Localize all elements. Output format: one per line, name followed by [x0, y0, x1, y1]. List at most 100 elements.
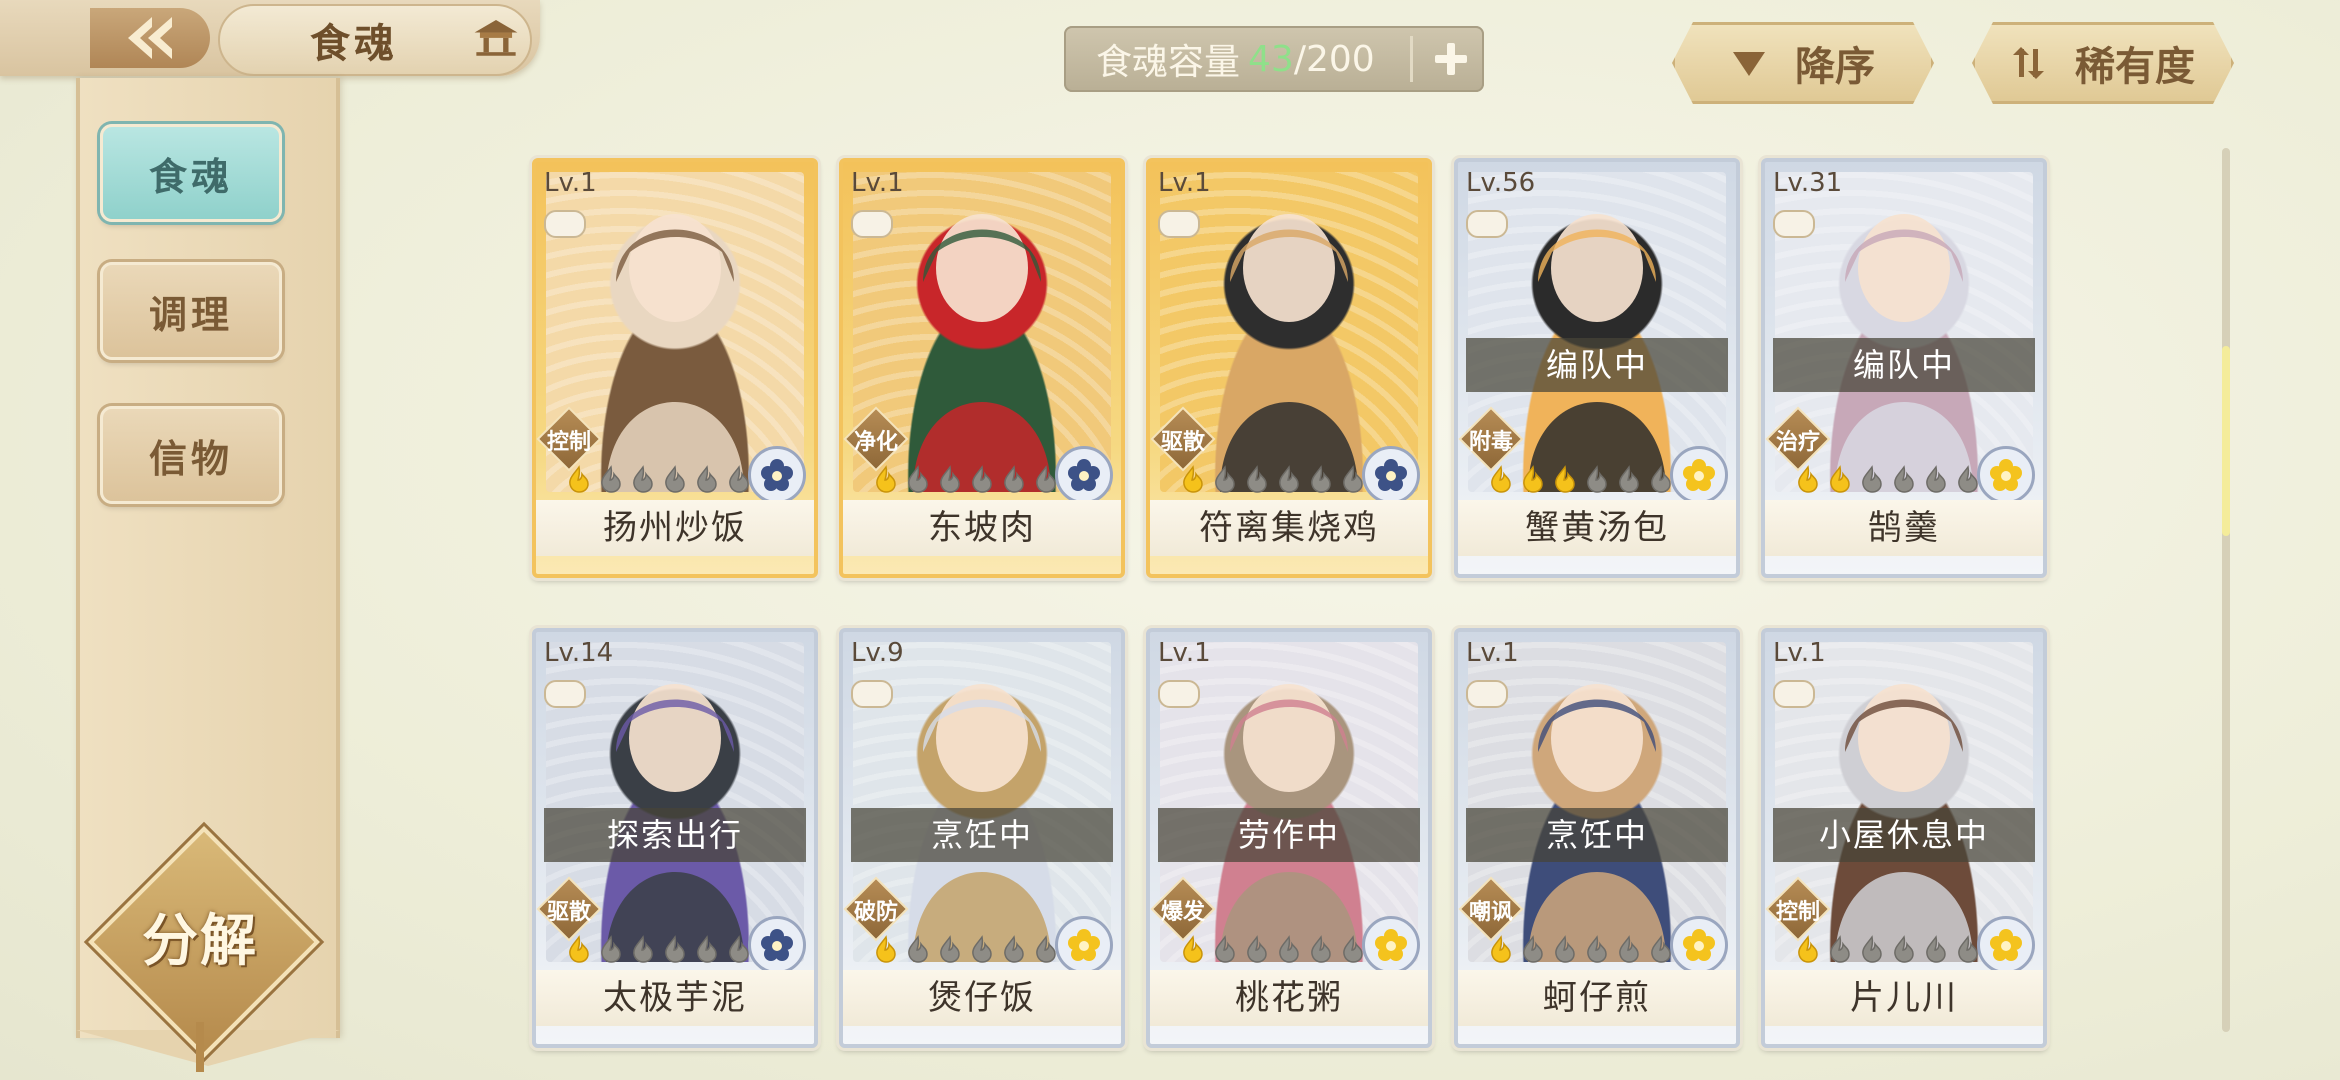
role-badge: 嘲讽	[1458, 876, 1524, 942]
back-arrow-icon	[128, 17, 172, 59]
flame-star-empty-icon	[697, 935, 717, 963]
foodsoul-card[interactable]: Lv.1 烹饪中 嘲讽 蚵仔煎	[1454, 628, 1740, 1048]
role-badge: 控制	[1765, 876, 1831, 942]
status-banner: 编队中	[1466, 338, 1728, 392]
sidebar-item-token[interactable]: 信物	[100, 406, 282, 504]
foodsoul-card[interactable]: Lv.1 劳作中 爆发 桃花粥	[1146, 628, 1432, 1048]
role-badge: 净化	[843, 406, 909, 472]
foodsoul-card[interactable]: Lv.56 编队中 附毒 蟹黄汤包	[1454, 158, 1740, 578]
flame-star-empty-icon	[1894, 465, 1914, 493]
flame-star-empty-icon	[1555, 935, 1575, 963]
capacity-separator: /	[1293, 38, 1306, 80]
role-badge: 驱散	[536, 876, 602, 942]
flame-star-empty-icon	[1004, 465, 1024, 493]
sort-order-button[interactable]: 降序	[1672, 22, 1934, 104]
flame-star-empty-icon	[1587, 465, 1607, 493]
star-rating	[871, 464, 1061, 494]
flame-star-empty-icon	[1247, 465, 1267, 493]
flower-emblem-icon	[1670, 446, 1728, 504]
sort-order-label: 降序	[1795, 44, 1875, 90]
role-label: 破防	[853, 900, 898, 925]
level-label: Lv.9	[851, 638, 904, 668]
foodsoul-card[interactable]: Lv.1 驱散 符离集烧鸡	[1146, 158, 1432, 578]
flame-star-empty-icon	[665, 465, 685, 493]
level-label: Lv.56	[1466, 168, 1536, 198]
flame-star-empty-icon	[697, 465, 717, 493]
flame-star-empty-icon	[1619, 465, 1639, 493]
flame-star-filled-icon	[1491, 465, 1511, 493]
sidebar-item-label: 信物	[148, 436, 233, 481]
flame-star-empty-icon	[1311, 935, 1331, 963]
bowl-icon	[1158, 680, 1200, 708]
role-badge: 爆发	[1150, 876, 1216, 942]
star-rating	[1178, 464, 1368, 494]
bowl-icon	[851, 680, 893, 708]
decompose-label[interactable]: 分解	[110, 896, 290, 976]
flame-star-empty-icon	[940, 935, 960, 963]
sort-arrows-icon	[2013, 47, 2044, 79]
character-name: 煲仔饭	[843, 970, 1121, 1026]
star-rating	[1486, 464, 1676, 494]
character-name: 东坡肉	[843, 500, 1121, 556]
flame-star-filled-icon	[1491, 935, 1511, 963]
scrollbar-thumb[interactable]	[2222, 346, 2230, 536]
role-label: 爆发	[1160, 900, 1205, 925]
sort-rarity-label: 稀有度	[2075, 44, 2195, 90]
foodsoul-card[interactable]: Lv.1 净化 东坡肉	[839, 158, 1125, 578]
flower-emblem-icon	[1362, 916, 1420, 974]
foodsoul-card[interactable]: Lv.14 探索出行 驱散 太极芋泥	[532, 628, 818, 1048]
flame-star-empty-icon	[665, 935, 685, 963]
flame-star-empty-icon	[908, 465, 928, 493]
flower-emblem-icon	[748, 446, 806, 504]
flame-star-empty-icon	[1279, 465, 1299, 493]
sort-rarity-button[interactable]: 稀有度	[1972, 22, 2234, 104]
status-banner: 探索出行	[544, 808, 806, 862]
flame-star-filled-icon	[876, 935, 896, 963]
level-label: Lv.1	[1158, 168, 1211, 198]
expand-capacity-button[interactable]	[1424, 32, 1478, 86]
triangle-down-icon	[1733, 52, 1765, 76]
flame-star-filled-icon	[569, 935, 589, 963]
role-label: 治疗	[1775, 430, 1820, 455]
flame-star-filled-icon	[1798, 935, 1818, 963]
level-label: Lv.1	[851, 168, 904, 198]
foodsoul-card[interactable]: Lv.9 烹饪中 破防 煲仔饭	[839, 628, 1125, 1048]
scrollbar-track[interactable]	[2222, 148, 2230, 1032]
pavilion-icon[interactable]	[468, 14, 524, 60]
role-badge: 附毒	[1458, 406, 1524, 472]
foodsoul-card[interactable]: Lv.1 控制 扬州炒饭	[532, 158, 818, 578]
character-name: 片儿川	[1765, 970, 2043, 1026]
flame-star-empty-icon	[1830, 935, 1850, 963]
level-label: Lv.1	[544, 168, 597, 198]
sidebar-item-conditioning[interactable]: 调理	[100, 262, 282, 360]
back-button[interactable]	[90, 8, 210, 68]
sidebar-item-foodsoul[interactable]: 食魂	[100, 124, 282, 222]
flame-star-empty-icon	[972, 465, 992, 493]
capacity-current: 43	[1248, 38, 1294, 80]
flame-star-empty-icon	[633, 465, 653, 493]
role-badge: 控制	[536, 406, 602, 472]
flame-star-filled-icon	[569, 465, 589, 493]
star-rating	[1486, 934, 1676, 964]
role-label: 驱散	[1160, 430, 1205, 455]
page-title: 食魂	[310, 21, 398, 67]
flame-star-empty-icon	[1311, 465, 1331, 493]
flame-star-filled-icon	[1183, 935, 1203, 963]
bowl-icon	[1773, 680, 1815, 708]
flame-star-empty-icon	[1862, 935, 1882, 963]
foodsoul-card[interactable]: Lv.1 小屋休息中 控制 片儿川	[1761, 628, 2047, 1048]
role-badge: 驱散	[1150, 406, 1216, 472]
sidebar-item-label: 调理	[148, 292, 233, 337]
flower-emblem-icon	[1670, 916, 1728, 974]
flame-star-filled-icon	[1183, 465, 1203, 493]
status-banner: 编队中	[1773, 338, 2035, 392]
flame-star-empty-icon	[1587, 935, 1607, 963]
character-name: 蟹黄汤包	[1458, 500, 1736, 556]
flame-star-empty-icon	[1004, 935, 1024, 963]
foodsoul-card[interactable]: Lv.31 编队中 治疗 鹄羹	[1761, 158, 2047, 578]
status-banner: 烹饪中	[851, 808, 1113, 862]
flower-emblem-icon	[1977, 916, 2035, 974]
flame-star-empty-icon	[1619, 935, 1639, 963]
character-name: 太极芋泥	[536, 970, 814, 1026]
title-bar: 食魂	[0, 0, 540, 76]
